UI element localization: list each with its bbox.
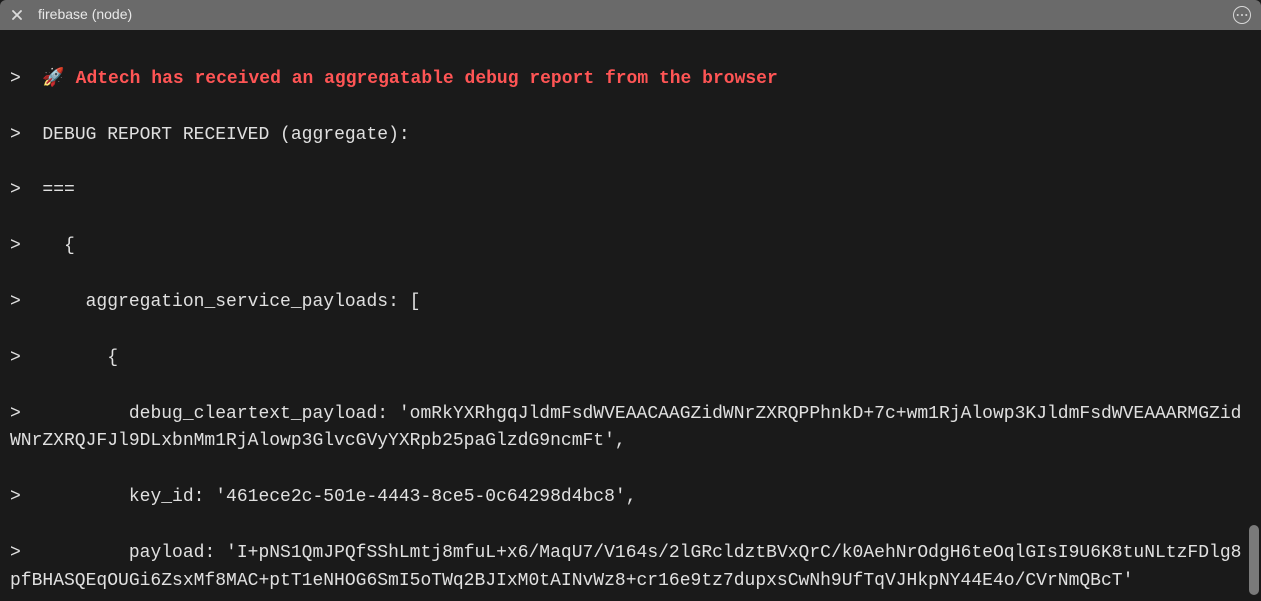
- rocket-icon: 🚀: [42, 69, 64, 89]
- log-line: > ===: [10, 177, 1251, 205]
- log-line: > {: [10, 345, 1251, 373]
- log-line: > payload: 'I+pNS1QmJPQfSShLmtj8mfuL+x6/…: [10, 540, 1251, 596]
- terminal-titlebar: firebase (node): [0, 0, 1261, 30]
- log-line: > DEBUG REPORT RECEIVED (aggregate):: [10, 122, 1251, 150]
- log-line: > debug_cleartext_payload: 'omRkYXRhgqJl…: [10, 401, 1251, 457]
- scrollbar-thumb[interactable]: [1249, 525, 1259, 595]
- log-line: > {: [10, 233, 1251, 261]
- log-line-heading: > 🚀 Adtech has received an aggregatable …: [10, 66, 1251, 94]
- more-menu-icon[interactable]: [1233, 6, 1251, 24]
- log-line: > aggregation_service_payloads: [: [10, 289, 1251, 317]
- log-line: > key_id: '461ece2c-501e-4443-8ce5-0c642…: [10, 484, 1251, 512]
- close-icon[interactable]: [10, 8, 24, 22]
- window-title: firebase (node): [38, 4, 132, 26]
- terminal-output[interactable]: > 🚀 Adtech has received an aggregatable …: [0, 30, 1261, 601]
- scrollbar-track[interactable]: [1249, 36, 1259, 595]
